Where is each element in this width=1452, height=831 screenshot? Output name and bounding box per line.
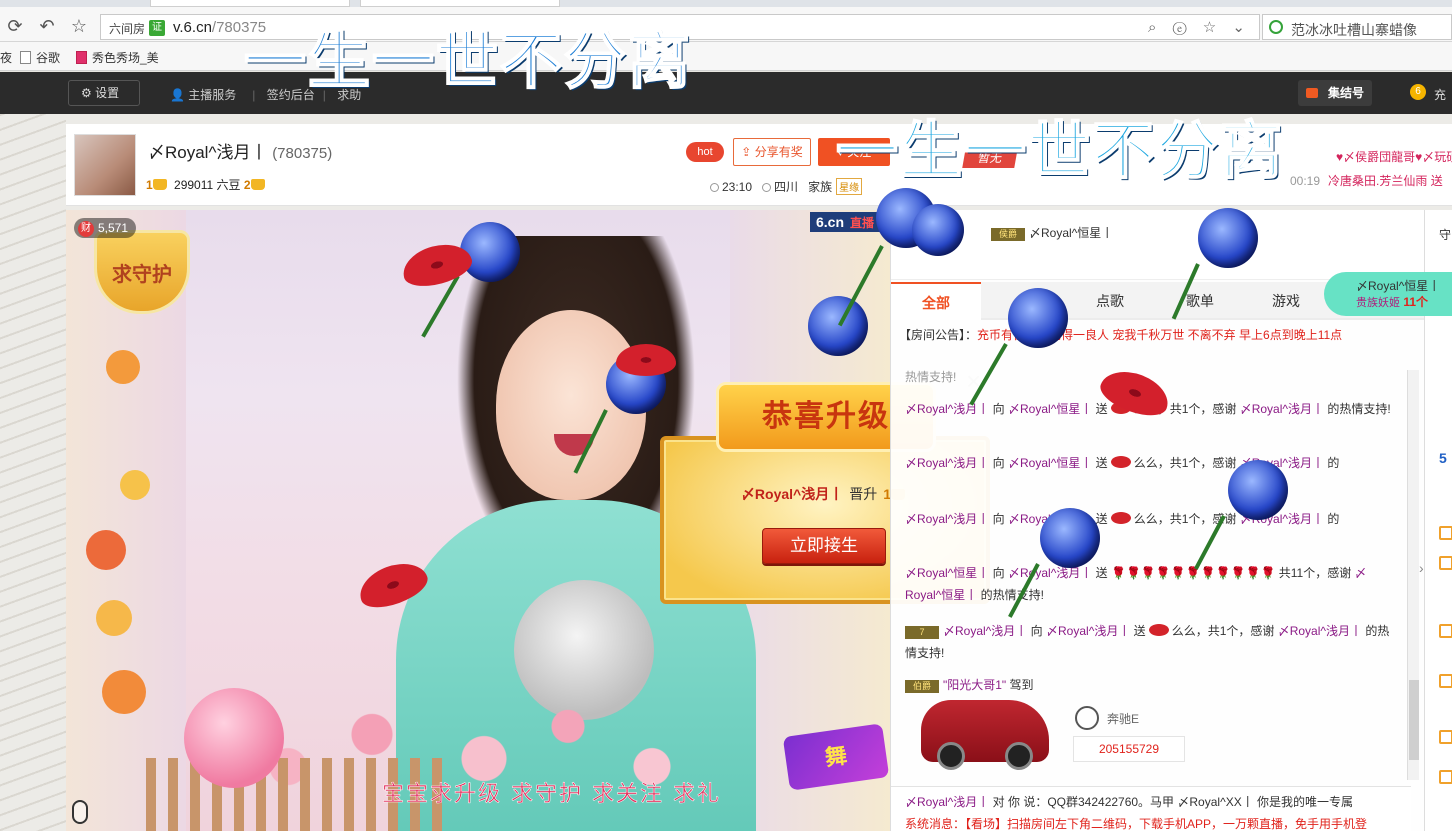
back-icon[interactable]: ↶ bbox=[36, 15, 58, 37]
hot-badge[interactable]: hot bbox=[686, 142, 724, 162]
wealth-level: 1 bbox=[146, 178, 153, 192]
recharge-link[interactable]: 充 bbox=[1434, 86, 1446, 103]
chat-message: 7 〆Royal^浅月丨 向 〆Royal^浅月丨 送么么，共1个，感谢 〆Roy… bbox=[905, 624, 1390, 660]
tab-games[interactable]: 游戏 bbox=[1241, 282, 1331, 320]
microphone-icon[interactable] bbox=[72, 800, 88, 824]
bookmarks-bar: 夜 谷歌 秀色秀场_美 bbox=[0, 42, 1452, 71]
car-name: 奔驰E bbox=[1107, 712, 1140, 726]
guard-item[interactable] bbox=[1439, 770, 1452, 784]
tab-song-list[interactable]: 歌单 bbox=[1155, 282, 1245, 320]
page-icon bbox=[20, 51, 31, 64]
bookmark-star-icon[interactable]: ☆ bbox=[68, 15, 90, 37]
overlay-caption-second: 一生一世不分离 bbox=[835, 113, 1285, 188]
rose-gift bbox=[912, 204, 964, 256]
gift-ticker: ♥〆侯爵団龍哥♥〆玩硕 bbox=[1336, 150, 1452, 164]
tab-all[interactable]: 全部 bbox=[891, 282, 981, 320]
rose-gift bbox=[1008, 288, 1068, 348]
arrival-message: 伯爵 "阳光大哥1" 驾到 bbox=[905, 674, 1399, 696]
bookmark-google[interactable]: 谷歌 bbox=[20, 49, 60, 66]
chat-message: 〆Royal^恒星丨 向 〆Royal^浅月丨 送 🌹🌹🌹🌹🌹🌹🌹🌹🌹🌹🌹 共1… bbox=[905, 566, 1367, 602]
flower-frame-left bbox=[66, 270, 176, 831]
guard-item[interactable] bbox=[1439, 526, 1452, 540]
guard-item[interactable] bbox=[1439, 556, 1452, 570]
crown-icon bbox=[152, 179, 167, 190]
car-image bbox=[921, 700, 1049, 770]
gather-button[interactable]: 集结号 bbox=[1298, 80, 1372, 106]
flower bbox=[96, 600, 132, 636]
bookmark-xiuse[interactable]: 秀色秀场_美 bbox=[76, 49, 159, 66]
chat-message: 〆Royal^浅月丨 向 〆Royal^恒星丨 送么么，共1个，感谢 〆Roya… bbox=[905, 512, 1340, 526]
crown-icon bbox=[250, 179, 265, 190]
coin-icon: 6 bbox=[1410, 84, 1426, 100]
tab-strip bbox=[0, 0, 1452, 7]
rose-gift bbox=[1040, 508, 1100, 568]
guard-panel-label[interactable]: 守 bbox=[1439, 226, 1451, 243]
chat-latest: 〆Royal^浅月丨 对 你 说：QQ群342422760。马甲 〆Royal^… bbox=[891, 786, 1411, 831]
settings-button[interactable]: ⚙ 设置 bbox=[68, 80, 140, 106]
site-logo: 6.cn 直播 bbox=[810, 212, 881, 232]
flower bbox=[86, 530, 126, 570]
anchor-name: 〆Royal^浅月丨 (780375) bbox=[148, 143, 333, 162]
guard-count: 5 bbox=[1439, 450, 1447, 466]
car-number: 205155729 bbox=[1073, 736, 1185, 762]
reload-icon[interactable]: ⟳ bbox=[4, 15, 26, 37]
anchor-avatar[interactable] bbox=[74, 134, 136, 196]
bean-count: 299011 六豆 bbox=[174, 178, 241, 192]
location-icon bbox=[762, 183, 772, 192]
lips-gift-icon bbox=[1148, 624, 1169, 636]
guard-item[interactable] bbox=[1439, 674, 1452, 688]
rose-gift bbox=[460, 222, 520, 282]
browser-toolbar: ⟳ ↶ ☆ 六间房 证 v.6.cn/780375 ⌕ ⓔ ☆ ⌄ 范冰冰吐槽山… bbox=[0, 0, 1452, 42]
guard-request-badge: 求守护 bbox=[94, 230, 190, 314]
deliver-now-button[interactable]: 立即接生 bbox=[762, 528, 886, 564]
browser-tab[interactable] bbox=[150, 0, 350, 7]
top-rank-user[interactable]: 侯爵 〆Royal^恒星丨 bbox=[991, 224, 1113, 241]
bookmark-partial[interactable]: 夜 bbox=[0, 49, 12, 66]
rose-gift bbox=[808, 296, 868, 356]
chat-scrollbar[interactable] bbox=[1407, 370, 1419, 780]
lips-gift-icon bbox=[1110, 456, 1131, 468]
flower bbox=[120, 470, 150, 500]
star-level: 2 bbox=[243, 178, 251, 192]
site-identity-label: 六间房 bbox=[109, 22, 146, 36]
overlay-caption: 一生一世不分离 bbox=[243, 23, 693, 98]
search-input[interactable]: 范冰冰吐槽山寨蜡像 bbox=[1291, 20, 1417, 40]
room-notice: 【房间公告】：充币有优惠，觅得一良人 宠我千秋万世 不离不弃 早上6点到晚上11… bbox=[899, 328, 1343, 342]
anchor-stats: 1 299011 六豆 2 bbox=[146, 176, 269, 193]
expand-panel-icon[interactable]: › bbox=[1419, 560, 1424, 576]
browser-tab[interactable] bbox=[360, 0, 560, 7]
room-id: (780375) bbox=[272, 145, 333, 162]
nav-anchor-service[interactable]: 👤 主播服务 bbox=[170, 88, 244, 102]
balloon-decoration bbox=[184, 688, 284, 788]
chat-message: 〆Royal^浅月丨 向 〆Royal^恒星丨 送么么，共1个，感谢 〆Roya… bbox=[905, 456, 1340, 470]
flower bbox=[102, 670, 146, 714]
rank-area: 侯爵 〆Royal^恒星丨 bbox=[891, 210, 1425, 280]
search-engine-icon bbox=[1269, 20, 1283, 34]
rose-gift bbox=[1228, 460, 1288, 520]
gift-ticker-second: 00:19 冷唐桑田.芳兰仙雨 送 bbox=[1290, 174, 1443, 188]
guard-item[interactable] bbox=[1439, 730, 1452, 744]
system-message: 系统消息：【看场】扫描房间左下角二维码，下载手机APP，一万颗直播，免手用手机登 bbox=[905, 817, 1368, 831]
benz-logo-icon bbox=[1075, 706, 1099, 730]
guard-notification[interactable]: 〆Royal^恒星丨 贵族妖姬 11个 bbox=[1324, 272, 1452, 316]
site-favicon-icon bbox=[76, 51, 87, 64]
guard-item[interactable] bbox=[1439, 624, 1452, 638]
certificate-badge[interactable]: 证 bbox=[149, 20, 165, 36]
chat-latest-message: 〆Royal^浅月丨 对 你 说：QQ群342422760。马甲 〆Royal^… bbox=[905, 795, 1354, 809]
clock-icon bbox=[710, 183, 719, 192]
vip-medal: 7 bbox=[905, 626, 939, 639]
share-button[interactable]: ⇪ 分享有奖 bbox=[733, 138, 811, 166]
wealth-badge: 财 5,571 bbox=[74, 218, 137, 238]
rose-gift bbox=[1198, 208, 1258, 268]
lips-gift bbox=[616, 344, 676, 376]
flower bbox=[106, 350, 140, 384]
video-caption: 宝宝求升级 求守护 求关注 求礼 bbox=[382, 782, 721, 808]
address-bar-icons[interactable]: ⌕ ⓔ ☆ ⌄ bbox=[1148, 18, 1251, 36]
search-box[interactable]: 范冰冰吐槽山寨蜡像 bbox=[1262, 14, 1452, 40]
scrollbar-thumb[interactable] bbox=[1409, 680, 1419, 760]
tab-song-request[interactable]: 点歌 bbox=[1065, 282, 1155, 320]
lips-gift-icon bbox=[1110, 512, 1131, 524]
